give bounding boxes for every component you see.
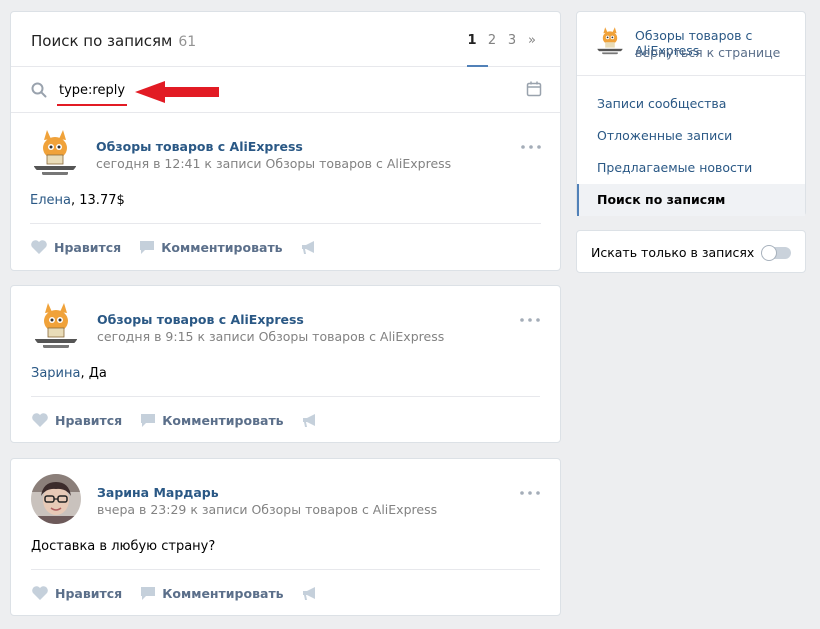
page-2-link[interactable]: 2 — [482, 33, 502, 48]
cat-logo-icon — [31, 301, 81, 351]
result-count: 61 — [178, 34, 197, 50]
comment-label: Комментировать — [162, 412, 284, 428]
post-actions: Нравится Комментировать — [31, 412, 342, 428]
group-avatar[interactable] — [31, 301, 81, 351]
red-arrow-icon — [135, 81, 219, 103]
comment-icon — [141, 586, 156, 600]
post-meta[interactable]: сегодня в 9:15 к записи Обзоры товаров с… — [97, 329, 444, 344]
divider — [31, 396, 540, 397]
divider — [31, 569, 540, 570]
post-actions: Нравится Комментировать — [30, 239, 341, 255]
comment-button[interactable]: Комментировать — [139, 239, 283, 255]
search-input[interactable]: type:reply — [11, 67, 560, 113]
sidebar-menu: Записи сообщества Отложенные записи Пред… — [577, 76, 805, 216]
megaphone-icon — [301, 240, 314, 254]
megaphone-icon — [302, 413, 315, 427]
heart-icon — [32, 413, 48, 427]
comment-label: Комментировать — [162, 585, 284, 601]
search-icon — [31, 82, 47, 98]
like-button[interactable]: Нравится — [31, 412, 122, 428]
post-author[interactable]: Обзоры товаров с AliExpress — [96, 139, 303, 154]
back-to-page-link[interactable]: вернуться к странице — [635, 45, 780, 60]
comment-button[interactable]: Комментировать — [140, 412, 284, 428]
comment-icon — [140, 240, 155, 254]
more-icon[interactable] — [520, 318, 540, 322]
comment-icon — [141, 413, 156, 427]
sidebar-item-suggested-news[interactable]: Предлагаемые новости — [577, 152, 805, 184]
like-button[interactable]: Нравится — [30, 239, 121, 255]
group-avatar[interactable] — [595, 26, 625, 56]
heart-icon — [32, 586, 48, 600]
highlight-underline — [57, 104, 127, 106]
toggle-knob — [761, 245, 777, 261]
sidebar-item-scheduled-posts[interactable]: Отложенные записи — [577, 120, 805, 152]
post-text: Елена, 13.77$ — [30, 193, 125, 208]
search-header: Поиск по записям 61 1 2 3 » — [11, 12, 560, 67]
post-item: Обзоры товаров с AliExpress сегодня в 9:… — [10, 285, 561, 443]
megaphone-icon — [302, 586, 315, 600]
sidebar: Обзоры товаров с AliExpress вернуться к … — [576, 11, 806, 216]
group-avatar[interactable] — [30, 128, 80, 178]
comment-button[interactable]: Комментировать — [140, 585, 284, 601]
cat-logo-icon — [595, 26, 625, 56]
share-button[interactable] — [302, 586, 324, 601]
share-button[interactable] — [301, 240, 323, 255]
sidebar-item-post-search[interactable]: Поиск по записям — [577, 184, 805, 216]
mentioned-user-link[interactable]: Зарина — [31, 366, 80, 381]
user-photo-icon — [31, 474, 81, 524]
search-only-posts-toggle[interactable] — [761, 245, 791, 261]
post-text: Зарина, Да — [31, 366, 107, 381]
pagination: 1 2 3 » — [462, 33, 542, 48]
like-label: Нравится — [54, 239, 122, 255]
post-meta[interactable]: сегодня в 12:41 к записи Обзоры товаров … — [96, 156, 451, 171]
like-label: Нравится — [55, 585, 123, 601]
post-item: Зарина Мардарь вчера в 23:29 к записи Об… — [10, 458, 561, 616]
page-title-text: Поиск по записям — [31, 32, 173, 50]
more-icon[interactable] — [521, 145, 541, 149]
calendar-icon[interactable] — [526, 81, 542, 97]
page-next-link[interactable]: » — [522, 33, 542, 48]
search-query[interactable]: type:reply — [59, 83, 125, 98]
heart-icon — [31, 240, 47, 254]
cat-logo-icon — [30, 128, 80, 178]
toggle-label: Искать только в записях — [591, 245, 755, 260]
post-meta[interactable]: вчера в 23:29 к записи Обзоры товаров с … — [97, 502, 437, 517]
post-text: Доставка в любую страну? — [31, 539, 215, 554]
divider — [30, 223, 541, 224]
post-actions: Нравится Комментировать — [31, 585, 342, 601]
search-only-posts-option: Искать только в записях — [576, 230, 806, 273]
post-item: Обзоры товаров с AliExpress сегодня в 12… — [10, 113, 561, 271]
share-button[interactable] — [302, 413, 324, 428]
sidebar-item-community-posts[interactable]: Записи сообщества — [577, 88, 805, 120]
post-text-body: , 13.77$ — [71, 193, 125, 208]
like-button[interactable]: Нравится — [31, 585, 122, 601]
post-text-body: , Да — [80, 366, 107, 381]
comment-label: Комментировать — [161, 239, 283, 255]
like-label: Нравится — [55, 412, 123, 428]
mentioned-user-link[interactable]: Елена — [30, 193, 71, 208]
post-author[interactable]: Обзоры товаров с AliExpress — [97, 312, 304, 327]
more-icon[interactable] — [520, 491, 540, 495]
post-author[interactable]: Зарина Мардарь — [97, 485, 219, 500]
user-avatar[interactable] — [31, 474, 81, 524]
page-1-link[interactable]: 1 — [462, 33, 482, 48]
page-3-link[interactable]: 3 — [502, 33, 522, 48]
page-title: Поиск по записям 61 — [31, 32, 196, 50]
sidebar-group-header[interactable]: Обзоры товаров с AliExpress вернуться к … — [577, 12, 805, 76]
post-text-body: Доставка в любую страну? — [31, 539, 216, 554]
